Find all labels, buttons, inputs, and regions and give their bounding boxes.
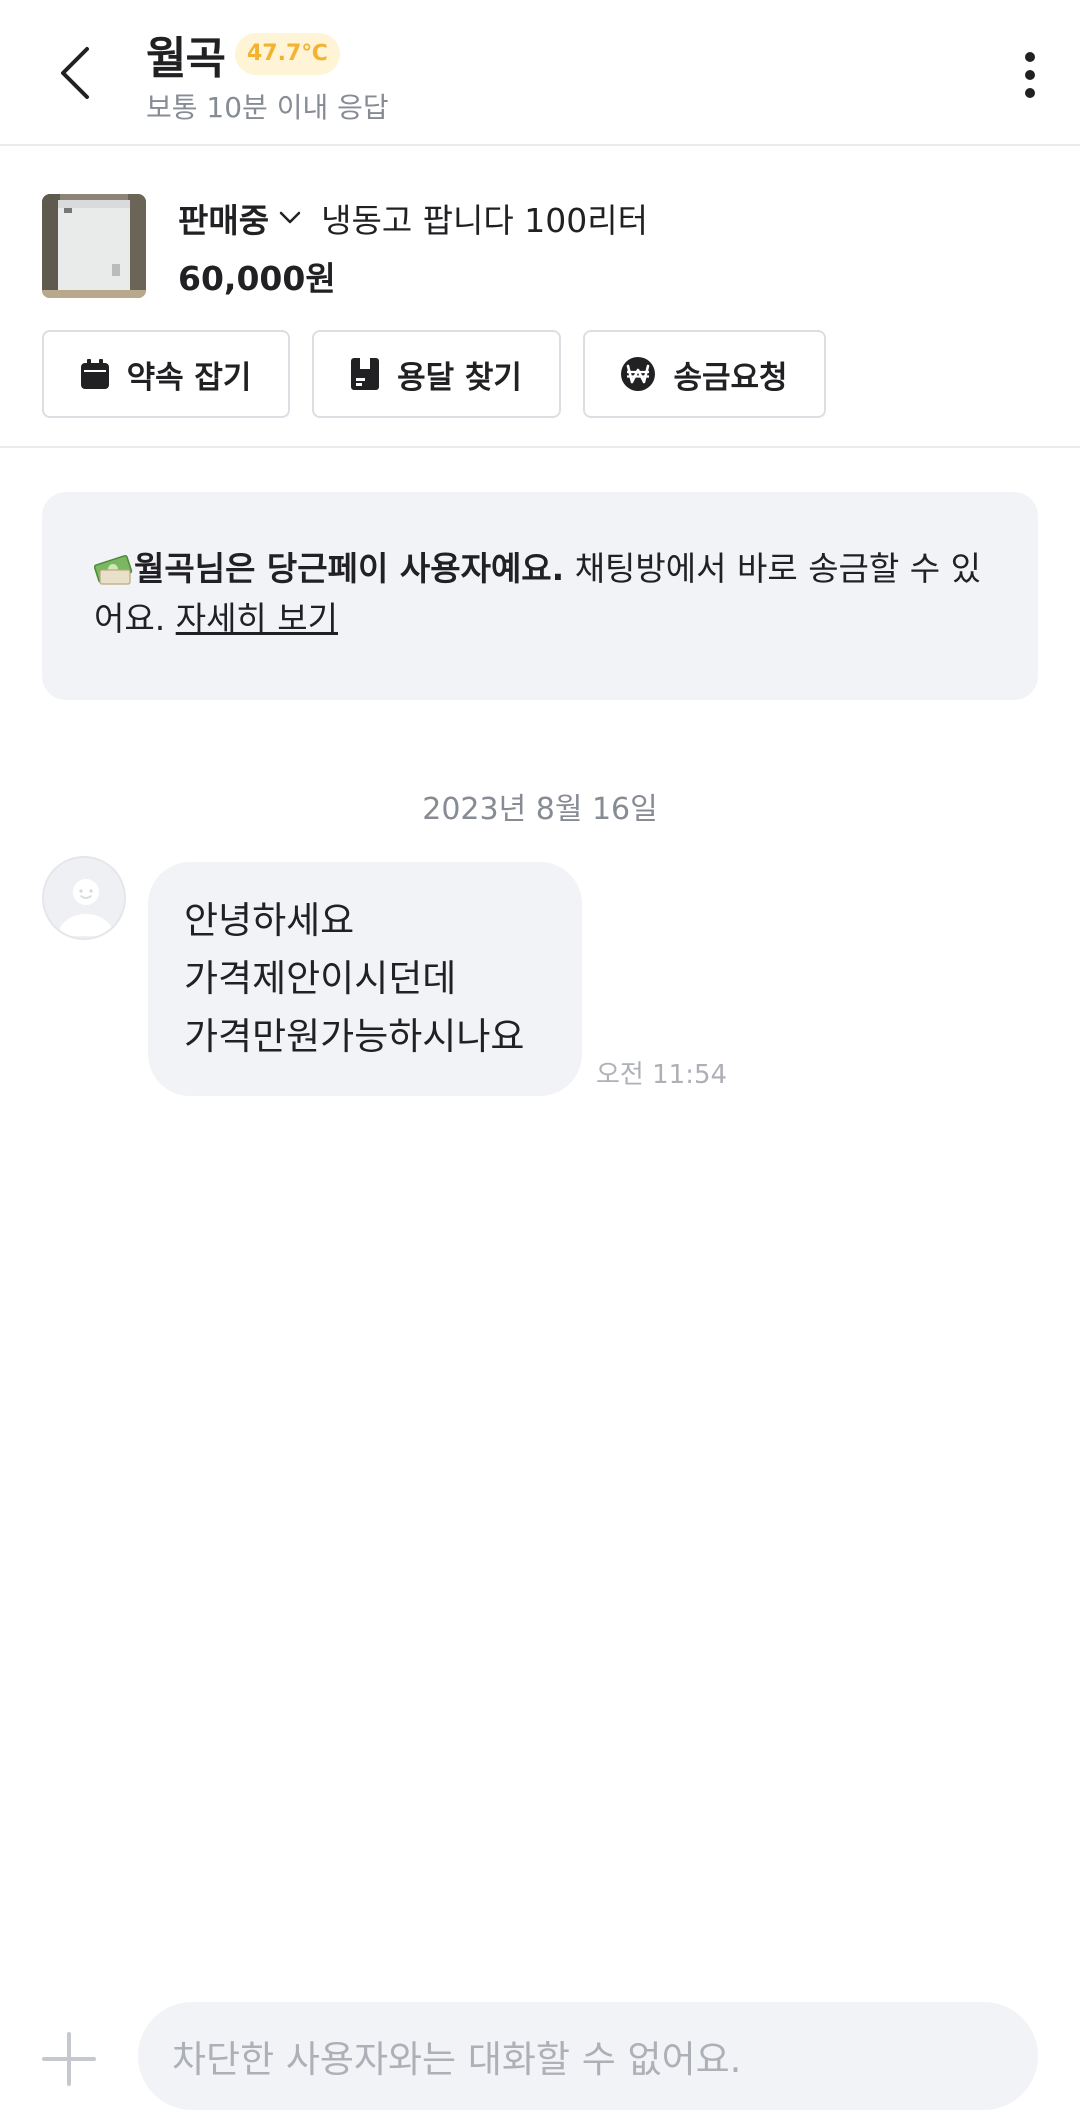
- request-remittance-label: 송금요청: [673, 359, 788, 396]
- default-profile-icon: [44, 858, 124, 938]
- page-title[interactable]: 월곡: [146, 22, 226, 86]
- plus-icon: [42, 2032, 96, 2086]
- box-icon: [351, 358, 380, 390]
- more-vertical-icon: [1025, 52, 1035, 98]
- message-timestamp: 오전 11:54: [596, 1060, 728, 1090]
- chat-header: 월곡 47.7℃ 보통 10분 이내 응답: [0, 0, 1080, 146]
- product-price: 60,000원: [178, 259, 336, 298]
- find-truck-label: 용달 찾기: [397, 359, 522, 396]
- calendar-icon: [80, 359, 109, 389]
- message-line: 가격제안이시던데: [184, 957, 457, 1000]
- make-appointment-button[interactable]: 약속 잡기: [42, 330, 290, 418]
- title-row: 월곡 47.7℃: [146, 22, 340, 86]
- date-divider: 2023년 8월 16일: [422, 792, 658, 827]
- chevron-down-icon[interactable]: [279, 211, 301, 225]
- sale-status-dropdown[interactable]: 판매중: [178, 194, 269, 242]
- more-options-button[interactable]: [998, 40, 1062, 110]
- request-remittance-button[interactable]: 송금요청: [583, 330, 826, 418]
- chevron-left-icon: [61, 47, 89, 99]
- product-thumbnail[interactable]: [42, 194, 146, 298]
- money-icon: [93, 550, 134, 585]
- back-button[interactable]: [42, 38, 106, 108]
- make-appointment-label: 약속 잡기: [126, 359, 252, 396]
- attach-button[interactable]: [40, 2030, 98, 2088]
- avatar[interactable]: [42, 856, 126, 940]
- product-status-row: 판매중 냉동고 팝니다 100리터: [178, 194, 648, 242]
- message-bubble[interactable]: 안녕하세요 가격제안이시던데 가격만원가능하시나요: [148, 862, 582, 1096]
- find-truck-button[interactable]: 용달 찾기: [312, 330, 561, 418]
- won-coin-icon: [621, 357, 656, 391]
- message-input[interactable]: 차단한 사용자와는 대화할 수 없어요.: [138, 2002, 1038, 2110]
- product-name[interactable]: 냉동고 팝니다 100리터: [321, 194, 648, 242]
- product-section: 판매중 냉동고 팝니다 100리터 60,000원 약속 잡기 용달 찾기 송금…: [0, 148, 1080, 448]
- banner-bold-text: 월곡님은 당근페이 사용자예요.: [134, 549, 565, 588]
- karrot-pay-banner: 월곡님은 당근페이 사용자예요. 채팅방에서 바로 송금할 수 있어요. 자세히…: [42, 492, 1038, 700]
- learn-more-link[interactable]: 자세히 보기: [176, 599, 338, 638]
- message-line: 안녕하세요: [184, 899, 355, 942]
- manner-temperature-badge: 47.7℃: [234, 33, 340, 75]
- message-line: 가격만원가능하시나요: [184, 1015, 525, 1058]
- message-input-placeholder: 차단한 사용자와는 대화할 수 없어요.: [172, 2038, 742, 2081]
- response-time-label: 보통 10분 이내 응답: [146, 91, 389, 124]
